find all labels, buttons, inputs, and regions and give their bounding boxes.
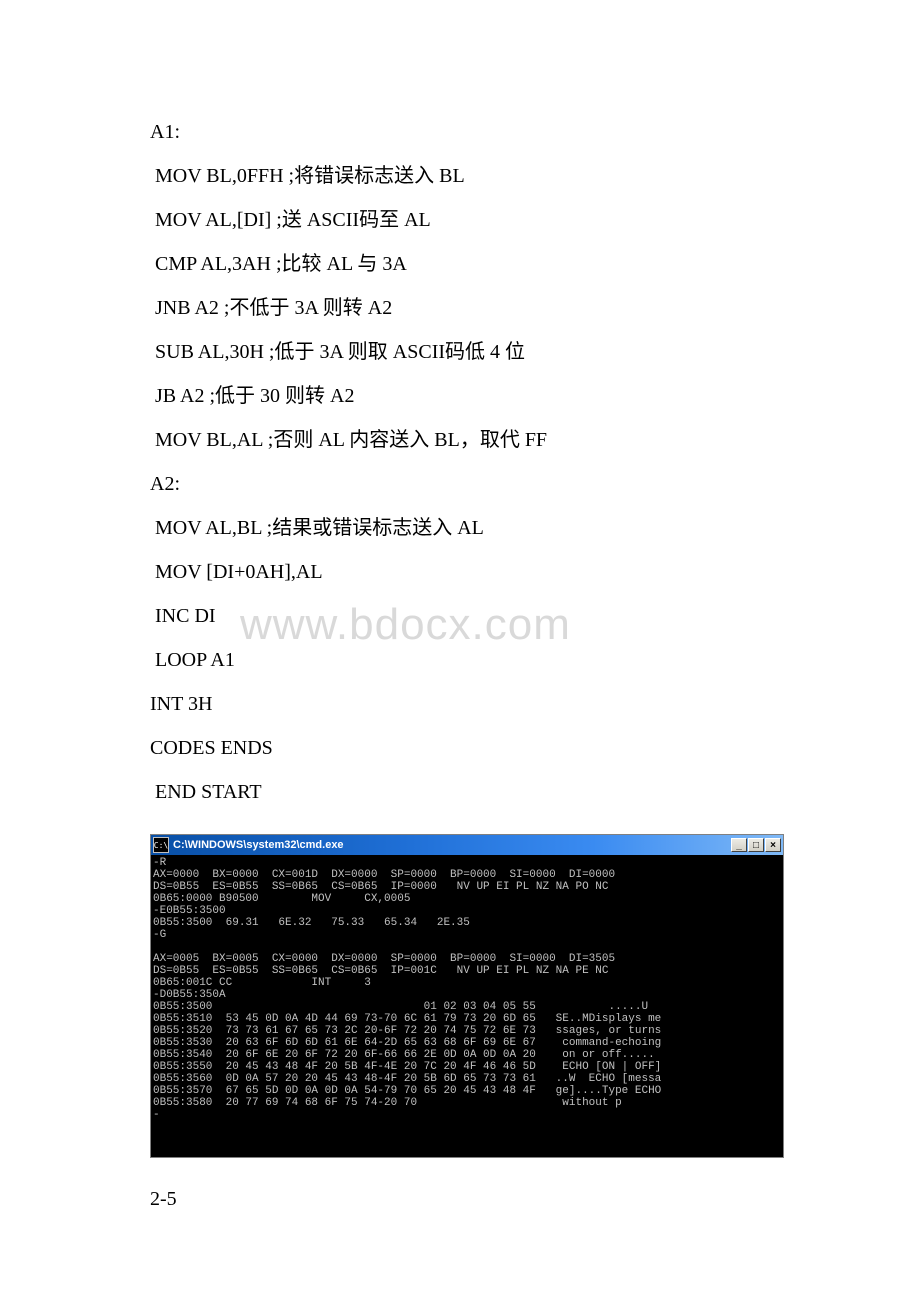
cmd-window: C:\ C:\WINDOWS\system32\cmd.exe _ □ × -R… — [150, 834, 784, 1158]
asm-line: A2: — [150, 462, 770, 506]
asm-line: INC DI — [150, 594, 770, 638]
page-number: 2-5 — [150, 1188, 770, 1211]
asm-line: CODES ENDS — [150, 726, 770, 770]
asm-line: MOV AL,[DI] ;送 ASCII码至 AL — [150, 198, 770, 242]
asm-line: CMP AL,3AH ;比较 AL 与 3A — [150, 242, 770, 286]
asm-line: MOV BL,AL ;否则 AL 内容送入 BL，取代 FF — [150, 418, 770, 462]
asm-line: JNB A2 ;不低于 3A 则转 A2 — [150, 286, 770, 330]
asm-line: MOV BL,0FFH ;将错误标志送入 BL — [150, 154, 770, 198]
maximize-button[interactable]: □ — [748, 838, 764, 852]
asm-line: LOOP A1 — [150, 638, 770, 682]
minimize-button[interactable]: _ — [731, 838, 747, 852]
cmd-icon: C:\ — [153, 837, 169, 853]
close-button[interactable]: × — [765, 838, 781, 852]
cmd-titlebar[interactable]: C:\ C:\WINDOWS\system32\cmd.exe _ □ × — [151, 835, 783, 855]
asm-line: SUB AL,30H ;低于 3A 则取 ASCII码低 4 位 — [150, 330, 770, 374]
asm-line: A1: — [150, 110, 770, 154]
asm-line: INT 3H — [150, 682, 770, 726]
cmd-title: C:\WINDOWS\system32\cmd.exe — [173, 839, 731, 851]
asm-line: END START — [150, 770, 770, 814]
cmd-output: -R AX=0000 BX=0000 CX=001D DX=0000 SP=00… — [151, 855, 783, 1157]
asm-line: MOV [DI+0AH],AL — [150, 550, 770, 594]
asm-line: JB A2 ;低于 30 则转 A2 — [150, 374, 770, 418]
asm-line: MOV AL,BL ;结果或错误标志送入 AL — [150, 506, 770, 550]
